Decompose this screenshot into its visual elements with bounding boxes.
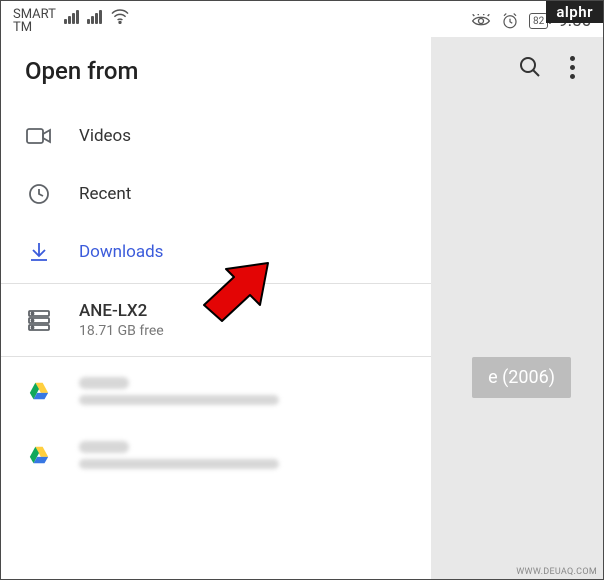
source-item-recent[interactable]: Recent [1, 165, 431, 223]
wifi-icon [110, 8, 130, 24]
dimmed-backdrop[interactable]: e (2006) [431, 37, 603, 579]
blurred-account-text [79, 441, 279, 469]
item-label: Downloads [79, 242, 163, 262]
alarm-icon [501, 12, 519, 30]
tutorial-arrow-icon [196, 257, 276, 329]
search-icon[interactable] [518, 55, 542, 79]
videocam-icon [25, 126, 53, 146]
source-item-drive-account-2[interactable] [1, 423, 431, 487]
storage-text: ANE-LX2 18.71 GB free [79, 301, 164, 339]
item-label: Videos [79, 126, 131, 146]
open-from-panel: Open from Videos Recent Downloads [1, 37, 431, 579]
panel-title: Open from [1, 37, 431, 107]
divider [1, 356, 431, 357]
blurred-account-text [79, 377, 279, 405]
signal-2-icon [87, 10, 102, 24]
source-item-videos[interactable]: Videos [1, 107, 431, 165]
overflow-menu-icon[interactable] [570, 56, 575, 79]
status-bar: SMART TM 82 9:56 [1, 1, 603, 37]
signal-1-icon [64, 10, 79, 24]
google-drive-icon [25, 380, 53, 402]
battery-icon: 82 [529, 13, 548, 29]
watermark-brand: alphr [546, 1, 603, 23]
background-thumbnail-label: e (2006) [472, 357, 571, 398]
download-icon [25, 240, 53, 264]
source-item-drive-account-1[interactable] [1, 359, 431, 423]
watermark-site: WWW.DEUAQ.COM [516, 567, 597, 577]
google-drive-icon [25, 444, 53, 466]
storage-icon [25, 308, 53, 332]
item-label: Recent [79, 184, 131, 204]
clock-history-icon [25, 182, 53, 206]
screenshot-frame: alphr WWW.DEUAQ.COM SMART TM 82 [0, 0, 604, 580]
eye-icon [471, 14, 491, 28]
carrier-label: SMART TM [13, 8, 56, 34]
